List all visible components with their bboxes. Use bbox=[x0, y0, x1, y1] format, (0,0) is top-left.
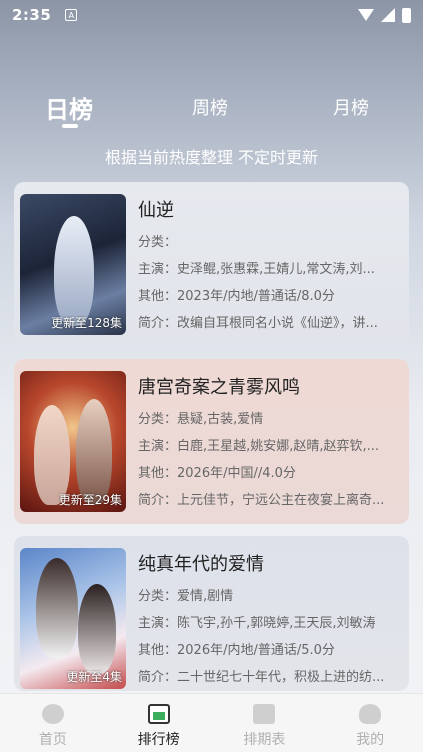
episode-badge: 更新至29集 bbox=[58, 493, 122, 507]
nav-label: 排行榜 bbox=[137, 732, 180, 748]
item-other: 其他：2023年/内地/普通话/8.0分 bbox=[138, 289, 335, 303]
status-icons bbox=[358, 7, 411, 23]
item-other: 其他：2026年/内地/普通话/5.0分 bbox=[138, 643, 335, 657]
tab-indicator bbox=[62, 124, 78, 128]
item-cast: 主演：白鹿,王星越,姚安娜,赵晴,赵弈钦,... bbox=[138, 439, 380, 453]
nav-label: 我的 bbox=[356, 732, 385, 748]
home-icon bbox=[41, 704, 64, 724]
notification-icon: A bbox=[65, 9, 78, 21]
ranking-subtitle: 根据当前热度整理 不定时更新 bbox=[104, 148, 319, 167]
tab-daily[interactable]: 日榜 bbox=[45, 90, 93, 125]
item-info: 仙逆 分类： 主演：史泽鲲,张惠霖,王婧儿,常文涛,刘... 其他：2023年/… bbox=[138, 196, 400, 330]
calendar-icon bbox=[253, 704, 276, 724]
list-item[interactable]: 更新至128集 仙逆 分类： 主演：史泽鲲,张惠霖,王婧儿,常文涛,刘... 其… bbox=[14, 182, 409, 347]
tab-monthly[interactable]: 月榜 bbox=[333, 94, 369, 120]
signal-icon bbox=[381, 8, 395, 22]
battery-icon bbox=[402, 7, 411, 23]
poster-image[interactable]: 更新至29集 bbox=[20, 371, 126, 512]
tab-weekly[interactable]: 周榜 bbox=[192, 94, 228, 120]
episode-badge: 更新至4集 bbox=[66, 670, 122, 684]
nav-label: 首页 bbox=[38, 732, 67, 748]
item-info: 唐宫奇案之青雾风鸣 分类：悬疑,古装,爱情 主演：白鹿,王星越,姚安娜,赵晴,赵… bbox=[138, 373, 400, 507]
item-other: 其他：2026年/中国//4.0分 bbox=[138, 466, 296, 480]
profile-icon bbox=[359, 704, 382, 724]
item-category: 分类： bbox=[138, 235, 178, 249]
item-title: 唐宫奇案之青雾风鸣 bbox=[138, 377, 300, 398]
rank-icon bbox=[147, 704, 170, 724]
item-category: 分类：爱情,剧情 bbox=[138, 589, 234, 603]
item-category: 分类：悬疑,古装,爱情 bbox=[138, 412, 264, 426]
nav-profile[interactable]: 我的 bbox=[317, 694, 423, 752]
item-title: 仙逆 bbox=[138, 200, 174, 221]
ranking-tabs: 日榜 周榜 月榜 bbox=[0, 88, 423, 128]
nav-label: 排期表 bbox=[243, 732, 286, 748]
item-cast: 主演：陈飞宇,孙千,郭晓婷,王天辰,刘敏涛 bbox=[138, 616, 376, 630]
item-intro: 简介：改编自耳根同名小说《仙逆》，讲... bbox=[138, 316, 378, 330]
poster-image[interactable]: 更新至128集 bbox=[20, 194, 126, 335]
nav-home[interactable]: 首页 bbox=[0, 694, 106, 752]
episode-badge: 更新至128集 bbox=[51, 316, 122, 330]
list-item[interactable]: 更新至4集 纯真年代的爱情 分类：爱情,剧情 主演：陈飞宇,孙千,郭晓婷,王天辰… bbox=[14, 536, 409, 691]
item-title: 纯真年代的爱情 bbox=[138, 554, 264, 575]
status-time: 2:35 bbox=[12, 6, 52, 24]
nav-schedule[interactable]: 排期表 bbox=[212, 694, 318, 752]
wifi-icon bbox=[358, 9, 374, 21]
item-info: 纯真年代的爱情 分类：爱情,剧情 主演：陈飞宇,孙千,郭晓婷,王天辰,刘敏涛 其… bbox=[138, 550, 400, 684]
bottom-nav: 首页 排行榜 排期表 我的 bbox=[0, 693, 423, 752]
item-intro: 简介：二十世纪七十年代，积极上进的纺... bbox=[138, 670, 385, 684]
item-intro: 简介：上元佳节，宁远公主在夜宴上离奇... bbox=[138, 493, 385, 507]
nav-ranking[interactable]: 排行榜 bbox=[106, 694, 212, 752]
poster-image[interactable]: 更新至4集 bbox=[20, 548, 126, 689]
status-bar: 2:35 A bbox=[0, 0, 423, 30]
list-item[interactable]: 更新至29集 唐宫奇案之青雾风鸣 分类：悬疑,古装,爱情 主演：白鹿,王星越,姚… bbox=[14, 359, 409, 524]
item-cast: 主演：史泽鲲,张惠霖,王婧儿,常文涛,刘... bbox=[138, 262, 375, 276]
